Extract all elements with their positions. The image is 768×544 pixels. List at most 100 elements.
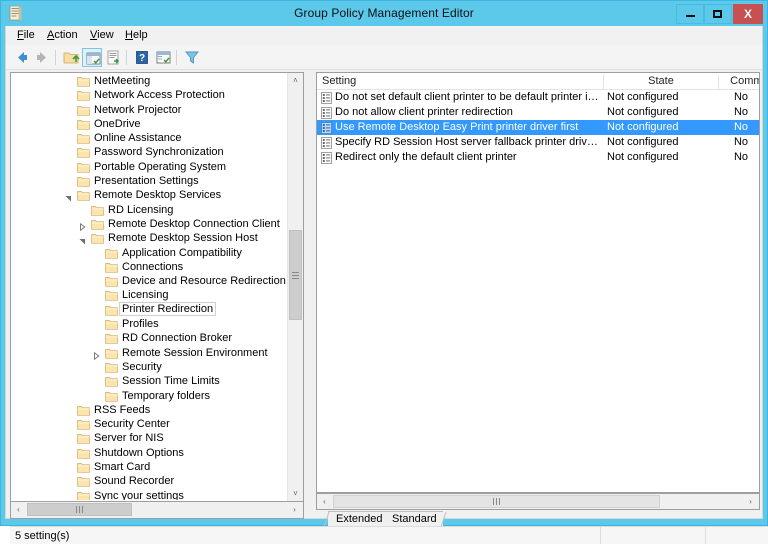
tree-item-label[interactable]: Presentation Settings bbox=[94, 174, 199, 188]
tree-item-label[interactable]: Server for NIS bbox=[94, 431, 164, 445]
tree-item[interactable]: Server for NIS bbox=[11, 431, 289, 445]
settings-list-row[interactable]: Redirect only the default client printer… bbox=[317, 150, 759, 165]
tree-item[interactable]: Remote Session Environment bbox=[11, 346, 289, 360]
tree-item[interactable]: RD Licensing bbox=[11, 203, 289, 217]
settings-list-pane[interactable]: Setting State Comment Do not set default… bbox=[316, 72, 760, 493]
tree-item-label[interactable]: Sync your settings bbox=[94, 489, 184, 500]
tree-item-label[interactable]: Security Center bbox=[94, 417, 170, 431]
tree-item[interactable]: Sync your settings bbox=[11, 489, 289, 500]
tree-item-label[interactable]: RD Licensing bbox=[108, 203, 173, 217]
title-bar[interactable]: Group Policy Management Editor X bbox=[1, 1, 767, 26]
tree-item[interactable]: Security Center bbox=[11, 417, 289, 431]
tree-item[interactable]: Temporary folders bbox=[11, 389, 289, 403]
settings-list-row[interactable]: Use Remote Desktop Easy Print printer dr… bbox=[317, 120, 759, 135]
export-list-button[interactable] bbox=[103, 48, 123, 67]
tree-vertical-scrollbar[interactable]: ˄ ˅ bbox=[287, 73, 303, 501]
tree-item-label[interactable]: Network Access Protection bbox=[94, 88, 225, 102]
tree-item-label[interactable]: Connections bbox=[122, 260, 183, 274]
settings-list-row[interactable]: Do not set default client printer to be … bbox=[317, 90, 759, 105]
twisty-expanded-icon[interactable] bbox=[79, 235, 86, 245]
show-hide-console-tree-button[interactable] bbox=[82, 48, 102, 67]
tree-view[interactable]: NetMeeting Network Access Protection Netwo… bbox=[11, 74, 289, 500]
tree-item[interactable]: Network Projector bbox=[11, 103, 289, 117]
properties-button[interactable] bbox=[153, 48, 173, 67]
tree-item[interactable]: Sound Recorder bbox=[11, 474, 289, 488]
menu-help[interactable]: Help bbox=[120, 29, 153, 41]
tree-item-label[interactable]: Network Projector bbox=[94, 103, 181, 117]
tree-item-label[interactable]: Security bbox=[122, 360, 162, 374]
tree-item[interactable]: Application Compatibility bbox=[11, 246, 289, 260]
tree-item-label[interactable]: Online Assistance bbox=[94, 131, 181, 145]
tree-item[interactable]: RD Connection Broker bbox=[11, 331, 289, 345]
tree-item[interactable]: Smart Card bbox=[11, 460, 289, 474]
filter-button[interactable] bbox=[182, 48, 202, 67]
menu-file[interactable]: FFileile bbox=[12, 29, 40, 41]
tree-scroll-up-button[interactable]: ˄ bbox=[288, 73, 303, 88]
tree-item-label[interactable]: Portable Operating System bbox=[94, 160, 226, 174]
tree-hscroll-right-button[interactable]: › bbox=[287, 502, 302, 517]
tree-item-label[interactable]: Remote Desktop Session Host bbox=[108, 231, 258, 245]
tree-item-label[interactable]: NetMeeting bbox=[94, 74, 150, 88]
settings-list-row[interactable]: Specify RD Session Host server fallback … bbox=[317, 135, 759, 150]
tree-item-label[interactable]: Password Synchronization bbox=[94, 145, 224, 159]
tree-item[interactable]: Network Access Protection bbox=[11, 88, 289, 102]
tree-item-label[interactable]: Temporary folders bbox=[122, 389, 210, 403]
tree-item[interactable]: Printer Redirection bbox=[11, 301, 289, 317]
tree-item-label[interactable]: Licensing bbox=[122, 288, 168, 302]
tree-item[interactable]: Remote Desktop Session Host bbox=[11, 231, 289, 245]
minimize-button[interactable] bbox=[676, 4, 704, 24]
tab-standard[interactable]: Standard bbox=[384, 511, 447, 527]
close-button[interactable]: X bbox=[733, 4, 763, 24]
tree-scroll-down-button[interactable]: ˅ bbox=[288, 486, 303, 501]
tree-item[interactable]: Licensing bbox=[11, 288, 289, 302]
tree-item[interactable]: Presentation Settings bbox=[11, 174, 289, 188]
tree-item-label[interactable]: Sound Recorder bbox=[94, 474, 174, 488]
list-hscroll-left-button[interactable]: ‹ bbox=[317, 494, 332, 509]
tree-item-label[interactable]: Shutdown Options bbox=[94, 446, 184, 460]
tree-item[interactable]: Online Assistance bbox=[11, 131, 289, 145]
tree-item[interactable]: Device and Resource Redirection bbox=[11, 274, 289, 288]
tree-scroll-thumb[interactable] bbox=[289, 230, 302, 320]
column-header-comment[interactable]: Comment bbox=[719, 75, 759, 89]
tree-item-label[interactable]: OneDrive bbox=[94, 117, 140, 131]
twisty-collapsed-icon[interactable] bbox=[93, 350, 100, 360]
settings-list-row[interactable]: Do not allow client printer redirection N… bbox=[317, 105, 759, 120]
back-button[interactable] bbox=[12, 48, 32, 67]
tree-item[interactable]: Security bbox=[11, 360, 289, 374]
tree-item[interactable]: Remote Desktop Connection Client bbox=[11, 217, 289, 232]
menu-action[interactable]: Action bbox=[42, 29, 83, 41]
tree-hscroll-left-button[interactable]: ‹ bbox=[11, 502, 26, 517]
help-button[interactable]: ? bbox=[132, 48, 152, 67]
list-hscroll-right-button[interactable]: › bbox=[743, 494, 758, 509]
tree-item-label[interactable]: Profiles bbox=[122, 317, 159, 331]
tree-item-label[interactable]: Device and Resource Redirection bbox=[122, 274, 286, 288]
tree-item-label[interactable]: Application Compatibility bbox=[122, 246, 242, 260]
up-one-level-button[interactable] bbox=[61, 48, 81, 67]
tree-item-label[interactable]: RSS Feeds bbox=[94, 403, 150, 417]
tree-item-label[interactable]: Session Time Limits bbox=[122, 374, 220, 388]
tree-item-label[interactable]: Remote Desktop Connection Client bbox=[108, 217, 280, 231]
console-tree-pane[interactable]: NetMeeting Network Access Protection Netwo… bbox=[10, 72, 304, 502]
tab-extended[interactable]: Extended bbox=[323, 511, 392, 527]
menu-view[interactable]: View bbox=[85, 29, 119, 41]
tree-item[interactable]: OneDrive bbox=[11, 117, 289, 131]
tree-item[interactable]: Password Synchronization bbox=[11, 145, 289, 159]
column-header-setting[interactable]: Setting bbox=[317, 75, 604, 89]
tree-item[interactable]: Connections bbox=[11, 260, 289, 274]
tree-item-label[interactable]: Remote Desktop Services bbox=[94, 188, 221, 202]
tree-item[interactable]: Remote Desktop Services bbox=[11, 188, 289, 202]
tree-item-label[interactable]: Remote Session Environment bbox=[122, 346, 268, 360]
tree-horizontal-scrollbar[interactable]: ‹ › bbox=[10, 502, 304, 519]
tree-hscroll-thumb[interactable] bbox=[27, 503, 132, 516]
tree-item[interactable]: Portable Operating System bbox=[11, 160, 289, 174]
twisty-collapsed-icon[interactable] bbox=[79, 221, 86, 232]
tree-item[interactable]: NetMeeting bbox=[11, 74, 289, 88]
column-header-state[interactable]: State bbox=[604, 75, 719, 89]
tree-item-label[interactable]: Printer Redirection bbox=[119, 301, 217, 316]
maximize-button[interactable] bbox=[704, 4, 732, 24]
forward-button[interactable] bbox=[32, 48, 52, 67]
tree-item[interactable]: Shutdown Options bbox=[11, 446, 289, 460]
tree-item[interactable]: Profiles bbox=[11, 317, 289, 331]
list-horizontal-scrollbar[interactable]: ‹ › bbox=[316, 493, 760, 510]
twisty-expanded-icon[interactable] bbox=[65, 192, 72, 202]
